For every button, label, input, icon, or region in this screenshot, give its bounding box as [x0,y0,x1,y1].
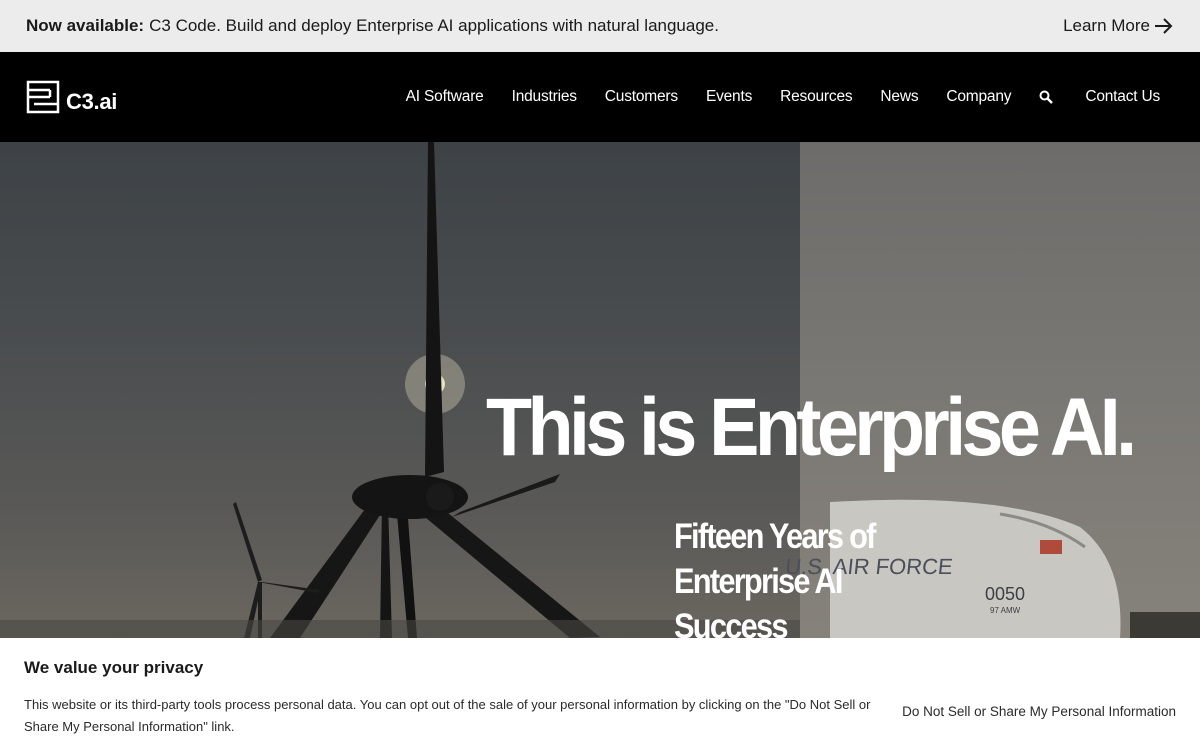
hero-subhead-line-3: Success [674,607,788,638]
search-icon [1039,90,1054,104]
hero-section: U.S. AIR FORCE 0050 97 AMW This is Enter… [0,142,1200,638]
nav-item-ai-software[interactable]: AI Software [392,88,498,106]
privacy-title: We value your privacy [24,658,204,677]
nav-item-resources[interactable]: Resources [766,88,866,106]
privacy-banner: We value your privacy This website or it… [0,638,1200,750]
search-button[interactable] [1025,90,1071,104]
announcement-bar: Now available: C3 Code. Build and deploy… [0,0,1200,52]
hero-subhead: Fifteen Years of Enterprise AI Success [674,514,956,638]
do-not-sell-link[interactable]: Do Not Sell or Share My Personal Informa… [902,704,1176,719]
hero-subhead-line-2: Enterprise AI [674,562,843,601]
nav-item-customers[interactable]: Customers [591,88,692,106]
c3ai-logo[interactable]: C3.ai [26,80,117,114]
nav-item-news[interactable]: News [866,88,932,106]
learn-more-link[interactable]: Learn More [1063,16,1174,36]
c3-logo-mark [26,80,60,114]
announcement-label: Now available: [26,16,145,35]
hero-headline: This is Enterprise AI. [486,382,1137,473]
arrow-right-icon [1155,18,1173,34]
main-nav: C3.ai AI Software Industries Customers E… [0,52,1200,142]
announcement-text: C3 Code. Build and deploy Enterprise AI … [149,16,719,35]
learn-more-label: Learn More [1063,16,1150,35]
logo-text: C3.ai [66,89,118,114]
nav-item-company[interactable]: Company [932,88,1025,106]
hero-subhead-line-1: Fifteen Years of [674,517,876,556]
privacy-body: This website or its third-party tools pr… [24,697,871,734]
nav-menu: AI Software Industries Customers Events … [392,88,1174,106]
contact-us-link[interactable]: Contact Us [1071,88,1174,106]
plane-sub: 97 AMW [990,606,1021,615]
plane-number: 0050 [985,584,1025,604]
nav-item-industries[interactable]: Industries [498,88,591,106]
nav-item-events[interactable]: Events [692,88,766,106]
